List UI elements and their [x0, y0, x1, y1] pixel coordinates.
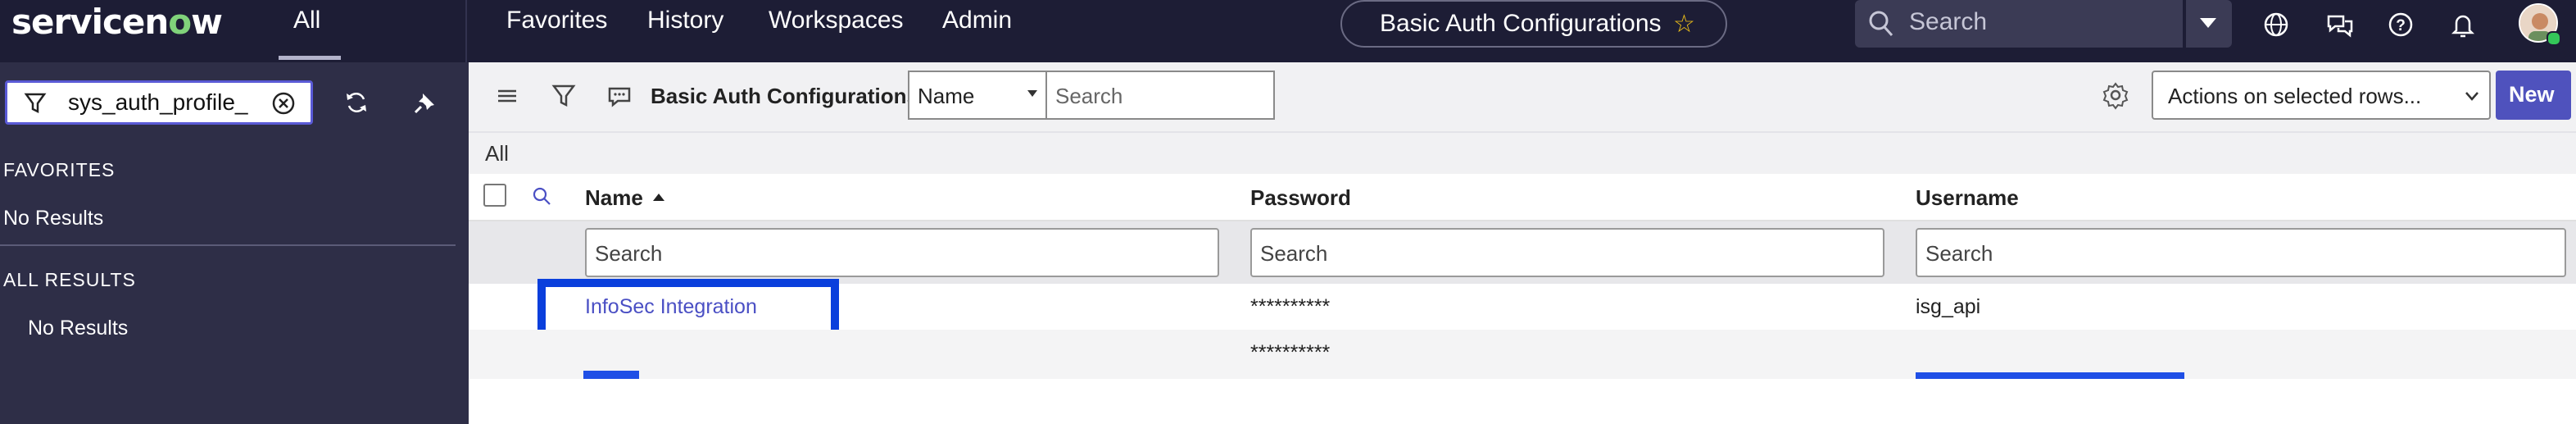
chevron-down-icon	[2463, 87, 2481, 109]
globe-icon[interactable]	[2260, 8, 2293, 45]
list-search-input[interactable]: Search	[1045, 71, 1275, 120]
breadcrumb-bar: All	[469, 131, 2576, 174]
nav-tab-workspaces[interactable]: Workspaces	[769, 7, 904, 34]
chat-icon[interactable]	[2324, 8, 2356, 45]
column-header-name[interactable]: Name	[585, 185, 664, 211]
context-title: Basic Auth Configurations	[1380, 10, 1662, 37]
breadcrumb[interactable]: All	[485, 141, 509, 166]
navigator-filter-input[interactable]: sys_auth_profile_	[5, 80, 313, 125]
gear-icon[interactable]	[2101, 80, 2130, 114]
nav-tab-admin[interactable]: Admin	[942, 7, 1012, 34]
servicenow-logo[interactable]: servicenow	[11, 2, 223, 42]
navigator-filter-value: sys_auth_profile_	[68, 89, 248, 115]
nav-tab-all[interactable]: All	[293, 7, 320, 34]
list-toolbar: Basic Auth Configurations Name Search Ac…	[469, 62, 2576, 131]
notifications-bell-icon[interactable]	[2447, 8, 2479, 45]
svg-text:?: ?	[2396, 17, 2406, 34]
all-results-empty-text: No Results	[28, 317, 129, 340]
filter-funnel-icon[interactable]	[551, 82, 577, 114]
search-field-select[interactable]: Name	[908, 71, 1047, 120]
new-button-label: New	[2509, 82, 2555, 107]
hamburger-menu-icon[interactable]	[495, 82, 519, 114]
record-password: **********	[1250, 341, 1331, 364]
table-row[interactable]: InfoSec Integration ********** isg_api	[469, 279, 2576, 338]
global-search-placeholder: Search	[1909, 8, 1988, 35]
column-header-username[interactable]: Username	[1916, 185, 2019, 211]
sidebar-divider	[0, 244, 456, 246]
nav-tab-favorites[interactable]: Favorites	[506, 7, 607, 34]
actions-select[interactable]: Actions on selected rows...	[2152, 71, 2491, 120]
conversation-icon[interactable]	[606, 82, 633, 114]
online-status-dot	[2547, 31, 2561, 46]
password-column-search[interactable]: Search	[1250, 228, 1884, 277]
table-header-row: Name Password Username	[469, 174, 2576, 221]
table-row[interactable]: **********	[469, 330, 2576, 387]
record-username: isg_api	[1916, 295, 1981, 318]
search-icon[interactable]	[531, 185, 554, 212]
nav-divider	[465, 0, 467, 62]
username-column-search[interactable]: Search	[1916, 228, 2566, 277]
list-empty-area	[469, 379, 2576, 424]
record-password: **********	[1250, 295, 1331, 318]
pin-icon[interactable]	[411, 89, 439, 121]
favorites-empty-text: No Results	[3, 207, 104, 230]
nav-tab-history[interactable]: History	[647, 7, 723, 34]
help-icon[interactable]: ?	[2384, 8, 2417, 45]
select-all-checkbox[interactable]	[483, 184, 506, 207]
all-results-heading: ALL RESULTS	[3, 269, 136, 290]
column-search-row: Search Search Search	[469, 221, 2576, 284]
search-icon	[1866, 7, 1896, 43]
chevron-down-icon	[2200, 18, 2216, 28]
sort-ascending-icon	[652, 193, 664, 201]
global-search[interactable]: Search	[1855, 0, 2183, 48]
column-header-password[interactable]: Password	[1250, 185, 1351, 211]
refresh-icon[interactable]	[342, 89, 370, 121]
list-title: Basic Auth Configurations	[651, 84, 918, 108]
select-arrow-icon	[1027, 90, 1037, 97]
favorites-heading: FAVORITES	[3, 159, 116, 180]
actions-select-label: Actions on selected rows...	[2168, 84, 2422, 108]
favorite-star-icon[interactable]: ☆	[1673, 10, 1695, 39]
top-navigation: servicenow All Favorites History Workspa…	[0, 0, 2576, 62]
record-name-link[interactable]: InfoSec Integration	[585, 295, 757, 319]
name-column-search[interactable]: Search	[585, 228, 1219, 277]
new-button[interactable]: New	[2496, 71, 2571, 120]
list-search-placeholder: Search	[1055, 84, 1123, 108]
context-title-pill[interactable]: Basic Auth Configurations ☆	[1340, 0, 1727, 48]
active-tab-indicator	[279, 56, 341, 60]
clear-filter-icon[interactable]	[270, 89, 297, 121]
navigator-sidebar: sys_auth_profile_ FAVORITES No Results A…	[0, 62, 469, 424]
search-scope-dropdown[interactable]	[2184, 0, 2232, 48]
filter-funnel-icon	[24, 91, 47, 120]
list-view: Basic Auth Configurations Name Search Ac…	[469, 62, 2576, 424]
search-field-value: Name	[918, 84, 975, 108]
